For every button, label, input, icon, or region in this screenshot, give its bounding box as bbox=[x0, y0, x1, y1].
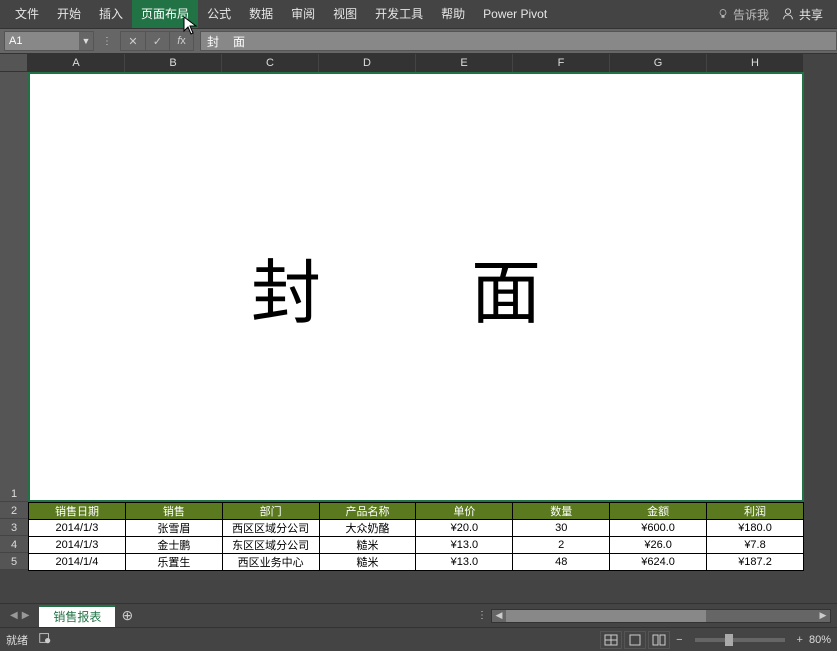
select-all-corner[interactable] bbox=[0, 54, 28, 72]
hscroll-right-icon[interactable]: ▶ bbox=[816, 610, 830, 622]
column-headers: A B C D E F G H bbox=[28, 54, 804, 72]
sheet-nav-next-icon[interactable]: ▶ bbox=[22, 610, 30, 621]
table-row: 2014/1/3金士鹏东区区域分公司糙米¥13.02¥26.0¥7.8 bbox=[29, 537, 804, 554]
th-dept[interactable]: 部门 bbox=[222, 503, 319, 520]
th-price[interactable]: 单价 bbox=[416, 503, 513, 520]
zoom-out-button[interactable]: − bbox=[676, 634, 682, 646]
tab-insert[interactable]: 插入 bbox=[90, 0, 132, 28]
name-box-dropdown-icon[interactable]: ▼ bbox=[79, 32, 93, 50]
col-header-c[interactable]: C bbox=[222, 54, 319, 72]
row-header-5[interactable]: 5 bbox=[0, 553, 28, 570]
view-normal-button[interactable] bbox=[600, 631, 622, 649]
tab-powerpivot[interactable]: Power Pivot bbox=[474, 0, 556, 28]
tab-home[interactable]: 开始 bbox=[48, 0, 90, 28]
row-header-2[interactable]: 2 bbox=[0, 502, 28, 519]
tell-me-placeholder: 告诉我 bbox=[733, 6, 769, 23]
sheet-tab-active[interactable]: 销售报表 bbox=[39, 605, 115, 627]
name-box-value: A1 bbox=[5, 35, 79, 47]
share-icon bbox=[781, 7, 795, 21]
hscroll-track[interactable]: ◀ ▶ bbox=[491, 609, 831, 623]
cells-grid[interactable]: 封 面 销售日期 销售 部门 产品名称 单价 数量 金额 利润 2014/1/3… bbox=[28, 72, 804, 571]
hscroll-thumb[interactable] bbox=[506, 610, 706, 622]
zoom-slider-thumb[interactable] bbox=[725, 634, 733, 646]
enter-formula-button[interactable]: ✓ bbox=[145, 31, 169, 51]
col-header-b[interactable]: B bbox=[125, 54, 222, 72]
hscroll-grip-icon[interactable]: ⋮ bbox=[477, 610, 487, 621]
row-header-4[interactable]: 4 bbox=[0, 536, 28, 553]
col-header-a[interactable]: A bbox=[28, 54, 125, 72]
tell-me-search[interactable]: 告诉我 bbox=[709, 6, 777, 23]
th-qty[interactable]: 数量 bbox=[513, 503, 610, 520]
col-header-f[interactable]: F bbox=[513, 54, 610, 72]
cover-merged-cell[interactable]: 封 面 bbox=[28, 72, 804, 502]
table-header-row: 销售日期 销售 部门 产品名称 单价 数量 金额 利润 bbox=[29, 503, 804, 520]
hscroll-left-icon[interactable]: ◀ bbox=[492, 610, 506, 622]
data-table: 销售日期 销售 部门 产品名称 单价 数量 金额 利润 2014/1/3张雪眉西… bbox=[28, 502, 804, 571]
view-page-layout-button[interactable] bbox=[624, 631, 646, 649]
th-date[interactable]: 销售日期 bbox=[29, 503, 126, 520]
row-header-3[interactable]: 3 bbox=[0, 519, 28, 536]
formula-buttons: ✕ ✓ fx bbox=[120, 31, 194, 51]
sheet-nav: ◀ ▶ bbox=[0, 610, 39, 621]
tab-page-layout[interactable]: 页面布局 bbox=[132, 0, 198, 28]
sheet-nav-prev-icon[interactable]: ◀ bbox=[10, 610, 18, 621]
row-header-1[interactable]: 1 bbox=[0, 72, 28, 502]
tab-data[interactable]: 数据 bbox=[240, 0, 282, 28]
status-bar: 就绪 − + 80% bbox=[0, 627, 837, 651]
row-headers: 1 2 3 4 5 bbox=[0, 72, 28, 570]
name-box[interactable]: A1 ▼ bbox=[4, 31, 94, 51]
zoom-in-button[interactable]: + bbox=[797, 634, 803, 646]
formula-bar[interactable]: 封 面 bbox=[200, 31, 837, 51]
horizontal-scrollbar[interactable]: ⋮ ◀ ▶ bbox=[139, 609, 837, 623]
col-header-g[interactable]: G bbox=[610, 54, 707, 72]
zoom-slider[interactable] bbox=[695, 638, 785, 642]
th-product[interactable]: 产品名称 bbox=[319, 503, 416, 520]
worksheet-area: A B C D E F G H 1 2 3 4 5 封 面 销售日期 销售 部门… bbox=[0, 54, 837, 603]
macro-record-icon[interactable] bbox=[38, 631, 52, 648]
tab-view[interactable]: 视图 bbox=[324, 0, 366, 28]
tab-formulas[interactable]: 公式 bbox=[198, 0, 240, 28]
formula-bar-row: A1 ▼ ⋮ ✕ ✓ fx 封 面 bbox=[0, 28, 837, 54]
share-label: 共享 bbox=[799, 6, 823, 23]
tab-review[interactable]: 审阅 bbox=[282, 0, 324, 28]
th-profit[interactable]: 利润 bbox=[707, 503, 804, 520]
tab-help[interactable]: 帮助 bbox=[432, 0, 474, 28]
sheet-tabs-row: ◀ ▶ 销售报表 ⊕ ⋮ ◀ ▶ bbox=[0, 603, 837, 627]
view-page-break-button[interactable] bbox=[648, 631, 670, 649]
tab-developer[interactable]: 开发工具 bbox=[366, 0, 432, 28]
insert-function-button[interactable]: fx bbox=[169, 31, 193, 51]
th-amount[interactable]: 金额 bbox=[610, 503, 707, 520]
col-header-d[interactable]: D bbox=[319, 54, 416, 72]
tab-file[interactable]: 文件 bbox=[6, 0, 48, 28]
bulb-icon bbox=[717, 8, 729, 20]
col-header-e[interactable]: E bbox=[416, 54, 513, 72]
th-sales[interactable]: 销售 bbox=[125, 503, 222, 520]
add-sheet-button[interactable]: ⊕ bbox=[115, 604, 139, 628]
col-header-h[interactable]: H bbox=[707, 54, 804, 72]
namebox-divider-icon: ⋮ bbox=[100, 36, 114, 47]
share-button[interactable]: 共享 bbox=[777, 6, 831, 23]
status-ready: 就绪 bbox=[6, 632, 28, 648]
table-row: 2014/1/3张雪眉西区区域分公司大众奶酪¥20.030¥600.0¥180.… bbox=[29, 520, 804, 537]
ribbon-tabs: 文件 开始 插入 页面布局 公式 数据 审阅 视图 开发工具 帮助 Power … bbox=[0, 0, 837, 28]
zoom-level[interactable]: 80% bbox=[809, 634, 831, 646]
table-row: 2014/1/4乐置生西区业务中心糙米¥13.048¥624.0¥187.2 bbox=[29, 554, 804, 571]
cancel-formula-button[interactable]: ✕ bbox=[121, 31, 145, 51]
